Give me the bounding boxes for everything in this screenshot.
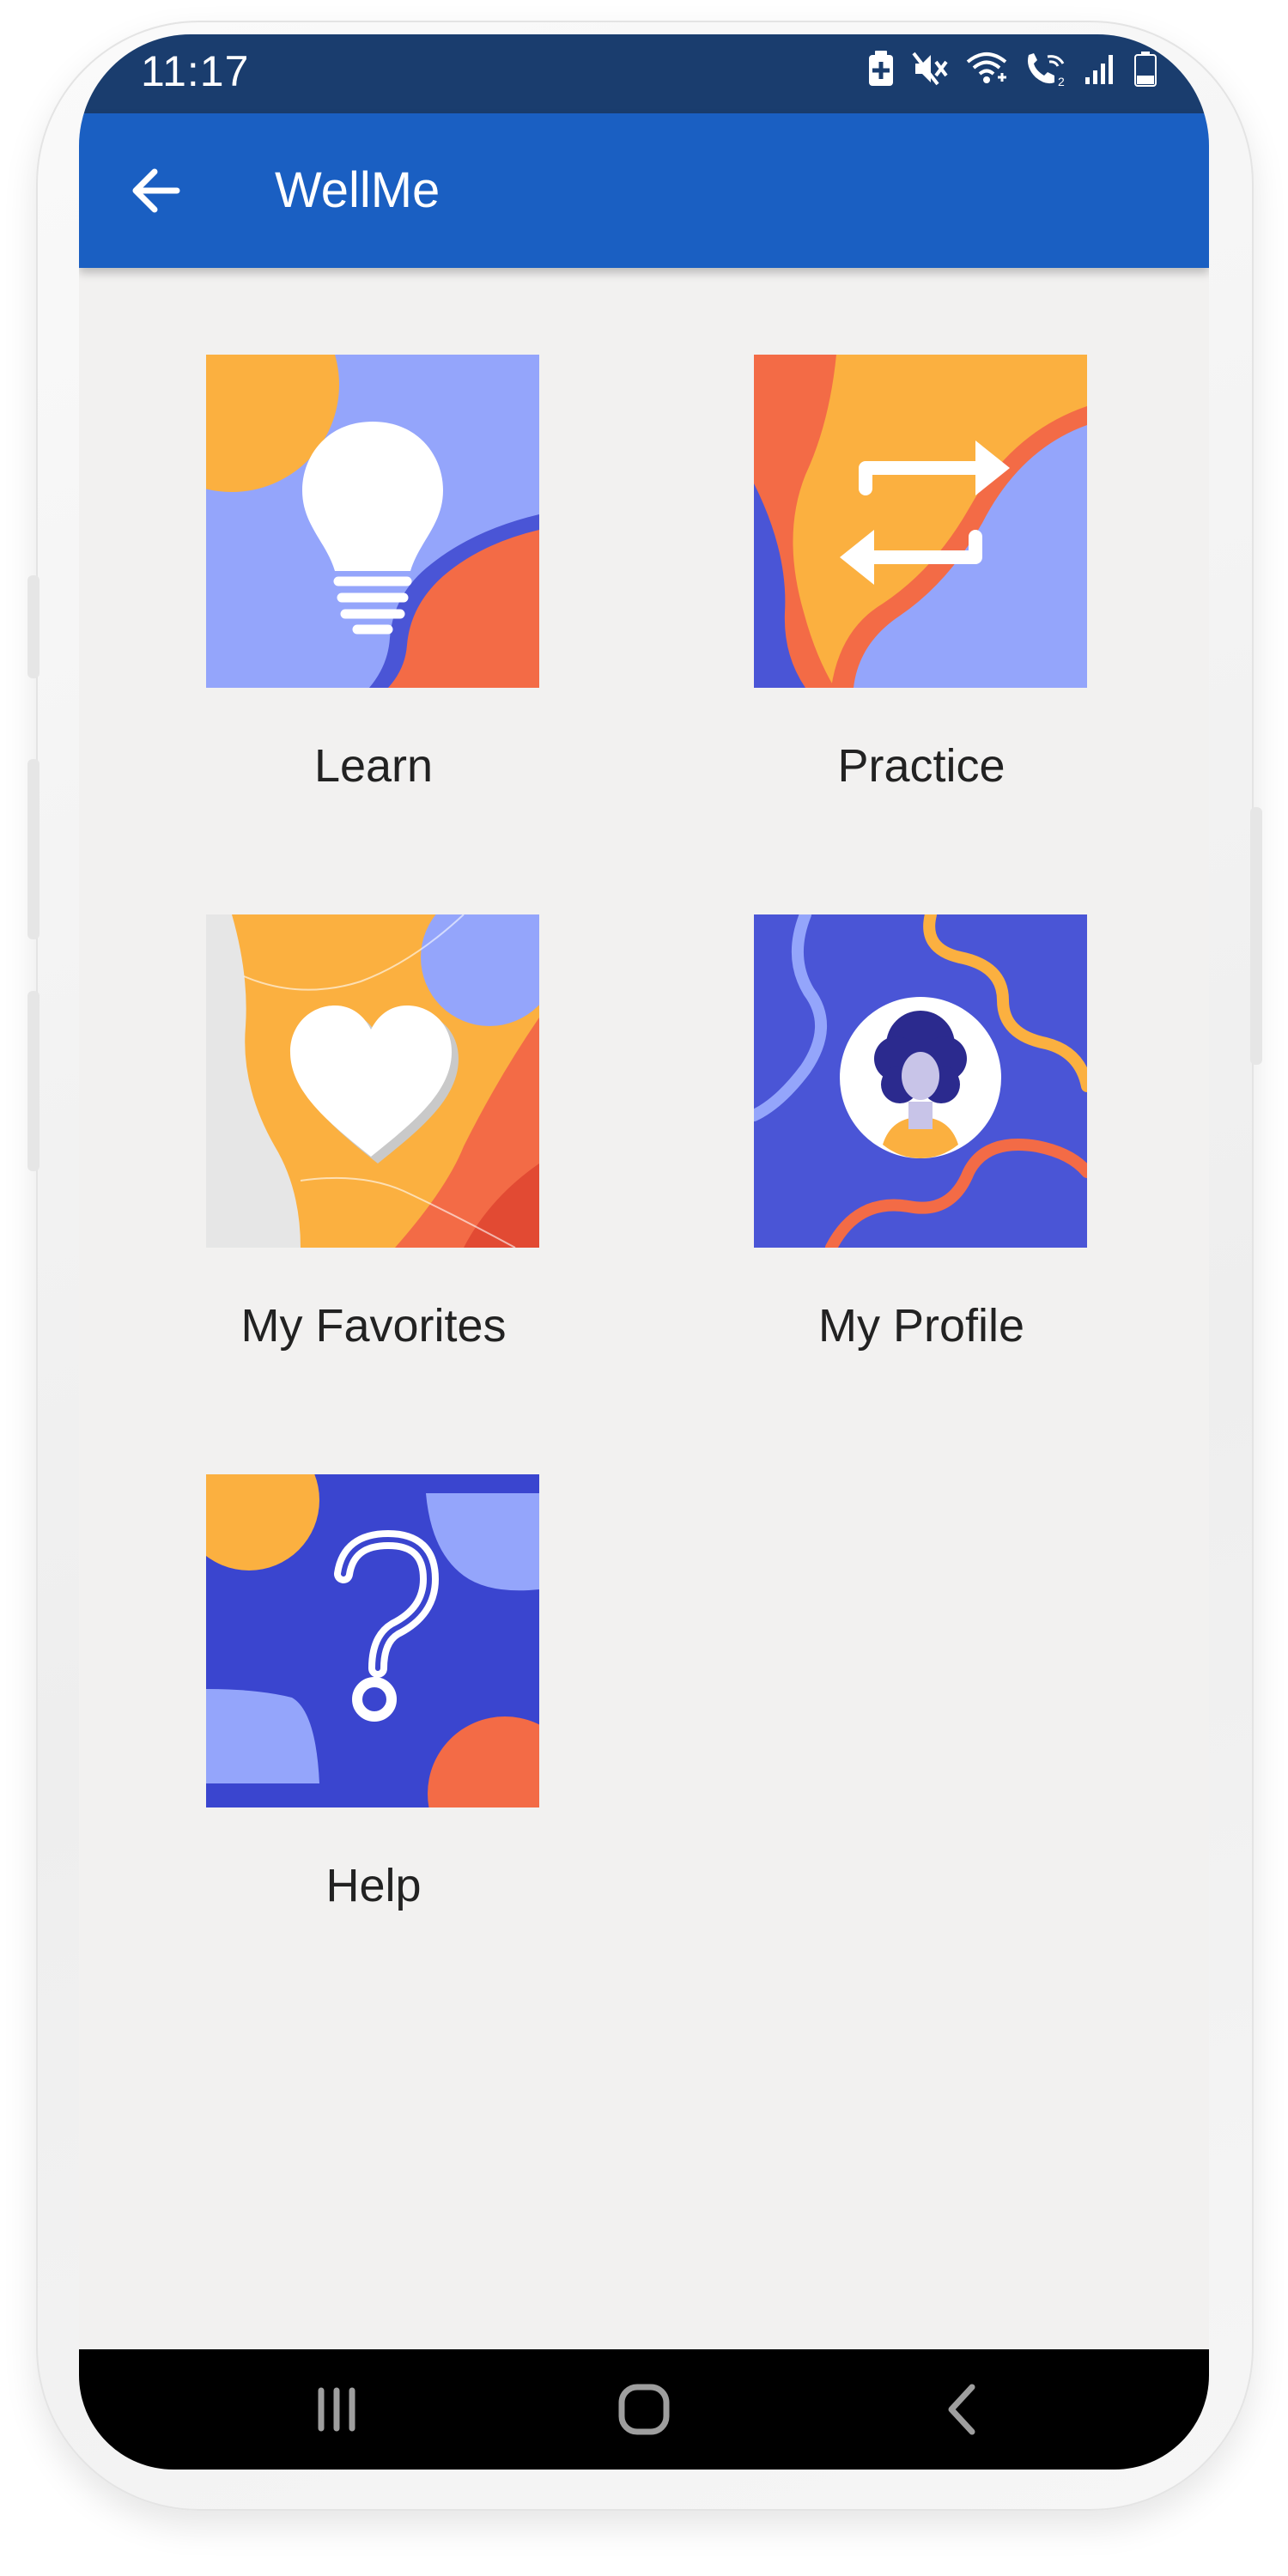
vowifi-icon: 2	[1028, 53, 1065, 88]
avatar-icon	[754, 914, 1087, 1248]
back-icon	[948, 2384, 975, 2435]
svg-text:2: 2	[1058, 75, 1065, 88]
volume-button	[27, 575, 39, 678]
tile-label: Learn	[313, 740, 434, 792]
lightbulb-icon	[206, 355, 539, 688]
status-bar: 11:17 2	[79, 34, 1209, 113]
battery-icon	[1134, 52, 1157, 87]
status-time: 11:17	[141, 47, 250, 95]
page-title: WellMe	[275, 162, 440, 218]
wifi-calling-icon	[966, 52, 1007, 83]
home-icon	[618, 2384, 670, 2435]
status-icons: 2	[866, 50, 1157, 88]
tile-help[interactable]: Help	[206, 1474, 541, 1912]
battery-saver-icon	[869, 51, 893, 86]
tile-label: Practice	[837, 740, 1005, 792]
recents-button[interactable]	[302, 2379, 371, 2440]
system-nav-bar	[79, 2349, 1209, 2470]
nav-back-button[interactable]	[929, 2379, 998, 2440]
signal-icon	[1085, 55, 1113, 84]
back-button[interactable]	[124, 158, 189, 223]
volume-down-button	[27, 991, 39, 1171]
heart-icon	[206, 914, 539, 1248]
repeat-arrows-icon	[754, 355, 1087, 688]
tile-label: Help	[325, 1860, 422, 1911]
bixby-button	[27, 759, 39, 939]
tile-practice[interactable]: Practice	[754, 355, 1089, 793]
question-mark-icon	[206, 1474, 539, 1807]
recents-icon	[318, 2387, 355, 2432]
tile-label: My Profile	[817, 1300, 1025, 1352]
mute-icon	[912, 52, 948, 86]
home-button[interactable]	[610, 2379, 678, 2440]
tile-label: My Favorites	[240, 1300, 507, 1352]
tile-my-favorites[interactable]: My Favorites	[206, 914, 541, 1352]
power-button	[1250, 807, 1262, 1065]
arrow-left-icon	[132, 168, 180, 213]
tile-learn[interactable]: Learn	[206, 355, 541, 793]
app-bar: WellMe	[79, 113, 1209, 268]
screen: 11:17 2 WellMe Learn Practice My Favorit…	[79, 34, 1209, 2470]
tile-my-profile[interactable]: My Profile	[754, 914, 1089, 1352]
